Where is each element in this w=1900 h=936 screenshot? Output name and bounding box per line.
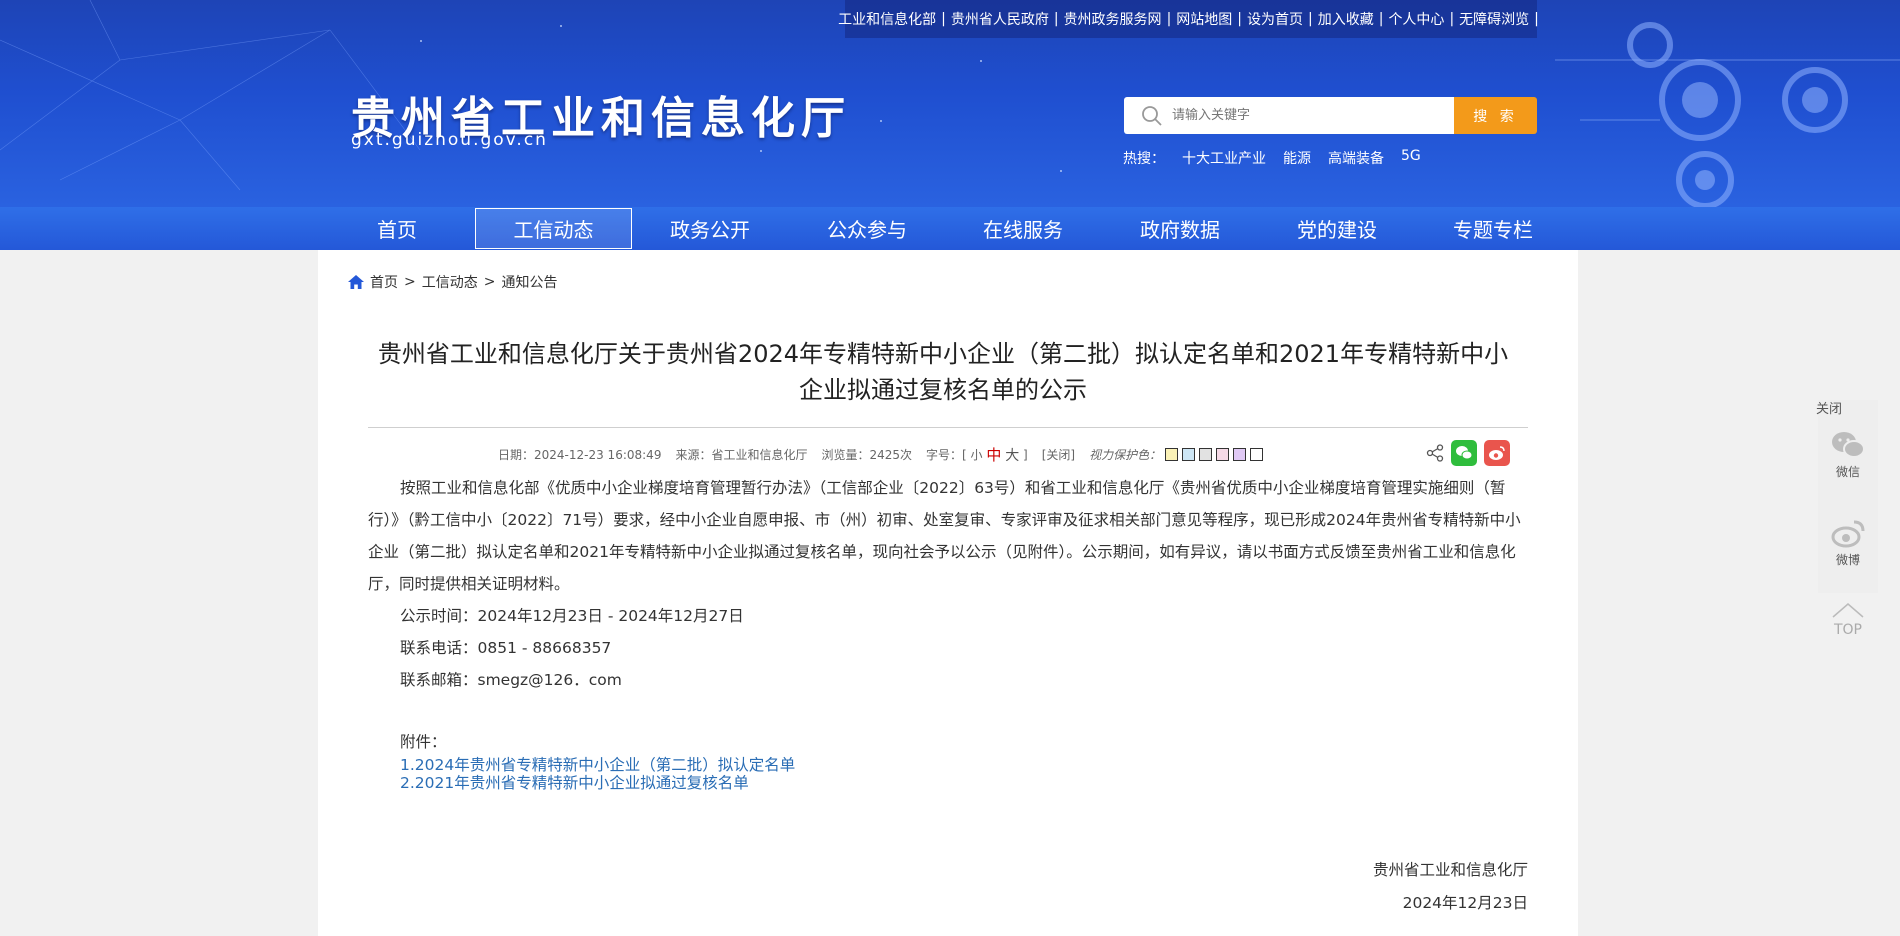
breadcrumb-home[interactable]: 首页 xyxy=(370,272,398,292)
top-links-bar: 工业和信息化部 | 贵州省人民政府 | 贵州政务服务网 | 网站地图 | 设为首页 | 加… xyxy=(838,0,1539,38)
nav-item-home[interactable]: 首页 xyxy=(318,207,476,250)
attachment-link[interactable]: 1.2024年贵州省专精特新中小企业（第二批）拟认定名单 xyxy=(400,756,795,774)
float-close-button[interactable]: 关闭 xyxy=(1816,398,1842,417)
site-domain: gxt.guizhou.gov.cn xyxy=(351,130,548,150)
article-meta: 日期：2024-12-23 16:08:49 来源：省工业和信息化厅 浏览量：2… xyxy=(498,444,1264,465)
search-input[interactable] xyxy=(1170,107,1454,124)
title-divider xyxy=(368,427,1528,428)
font-size-small[interactable]: 小 xyxy=(971,446,983,463)
separator: | xyxy=(941,11,946,27)
separator: | xyxy=(1237,11,1242,27)
chevron-up-icon xyxy=(1832,603,1864,618)
hot-search-word[interactable]: 高端装备 xyxy=(1328,148,1384,168)
top-link[interactable]: 工业和信息化部 xyxy=(838,9,936,29)
article-phone: 联系电话：0851 - 88668357 xyxy=(400,639,612,657)
float-weibo[interactable]: 微博 xyxy=(1818,518,1878,568)
search-icon xyxy=(1142,105,1162,126)
nav-item-party[interactable]: 党的建设 xyxy=(1258,207,1416,250)
nav-item-news[interactable]: 工信动态 xyxy=(475,208,632,249)
breadcrumb-level2[interactable]: 通知公告 xyxy=(501,272,557,292)
separator: | xyxy=(1534,11,1539,27)
nav-item-topics[interactable]: 专题专栏 xyxy=(1414,207,1572,250)
hot-search-word[interactable]: 能源 xyxy=(1283,148,1311,168)
separator: | xyxy=(1308,11,1313,27)
font-size-mid[interactable]: 中 xyxy=(986,444,1001,465)
eye-color-swatch[interactable] xyxy=(1250,448,1264,461)
back-to-top-label: TOP xyxy=(1833,622,1862,638)
float-wechat[interactable]: 微信 xyxy=(1818,430,1878,480)
float-weibo-label: 微博 xyxy=(1835,553,1860,567)
article-title: 贵州省工业和信息化厅关于贵州省2024年专精特新中小企业（第二批）拟认定名单和2… xyxy=(377,340,1509,404)
search-box xyxy=(1124,97,1454,134)
article-email: 联系邮箱：smegz@126．com xyxy=(400,671,622,689)
meta-date: 日期：2024-12-23 16:08:49 xyxy=(498,448,662,462)
weibo-icon xyxy=(1831,520,1865,548)
wechat-share-icon[interactable] xyxy=(1451,440,1477,466)
star xyxy=(560,25,562,27)
breadcrumb-level1[interactable]: 工信动态 xyxy=(422,272,478,292)
article-paragraph: 按照工业和信息化部《优质中小企业梯度培育管理暂行办法》（工信部企业〔2022〕6… xyxy=(368,479,1521,593)
top-link[interactable]: 网站地图 xyxy=(1176,9,1232,29)
meta-source: 来源：省工业和信息化厅 xyxy=(675,448,808,462)
nav-item-gov-affairs[interactable]: 政务公开 xyxy=(631,207,789,250)
star xyxy=(420,40,422,42)
star xyxy=(760,150,762,152)
separator: | xyxy=(1449,11,1455,27)
separator: | xyxy=(1378,11,1384,27)
hot-search-word[interactable]: 5G xyxy=(1401,148,1421,168)
nav-item-online-service[interactable]: 在线服务 xyxy=(944,207,1102,250)
sign-date: 2024年12月23日 xyxy=(1402,894,1528,912)
font-size-end: ] xyxy=(1023,447,1028,462)
share-icon[interactable] xyxy=(1426,444,1444,462)
floating-share-panel: 关闭 微信 微博 xyxy=(1816,398,1878,593)
close-link[interactable]: [关闭] xyxy=(1042,446,1075,463)
star xyxy=(1060,170,1062,172)
signature: 贵州省工业和信息化厅 xyxy=(1372,861,1528,879)
header-banner: 工业和信息化部 | 贵州省人民政府 | 贵州政务服务网 | 网站地图 | 设为首页 | 加… xyxy=(0,0,1900,207)
star xyxy=(980,60,982,62)
wechat-icon xyxy=(1832,432,1865,458)
article-container: 首页 > 工信动态 > 通知公告 贵州省工业和信息化厅关于贵州省2024年专精特… xyxy=(318,250,1578,936)
eye-protect-label: 视力保护色： xyxy=(1089,448,1162,462)
breadcrumb-separator: > xyxy=(483,274,496,290)
eye-color-swatch[interactable] xyxy=(1216,448,1230,461)
top-link[interactable]: 设为首页 xyxy=(1247,9,1303,29)
breadcrumb: 首页 > 工信动态 > 通知公告 xyxy=(348,272,557,292)
nav-item-gov-data[interactable]: 政府数据 xyxy=(1101,207,1259,250)
star xyxy=(880,120,882,122)
hot-search-label: 热搜： xyxy=(1123,151,1165,167)
top-link[interactable]: 贵州省人民政府 xyxy=(951,9,1049,29)
attachments-label: 附件： xyxy=(400,733,447,751)
breadcrumb-separator: > xyxy=(404,274,416,290)
float-wechat-label: 微信 xyxy=(1835,465,1860,479)
main-nav: 首页 工信动态 政务公开 公众参与 在线服务 政府数据 党的建设 专题专栏 xyxy=(0,207,1900,250)
top-link[interactable]: 贵州政务服务网 xyxy=(1064,9,1162,29)
eye-color-swatch[interactable] xyxy=(1165,448,1179,461)
meta-views: 浏览量：2425次 xyxy=(821,448,913,462)
share-bar xyxy=(1426,440,1510,466)
attachment-link[interactable]: 2.2021年贵州省专精特新中小企业拟通过复核名单 xyxy=(400,774,749,792)
article-period: 公示时间：2024年12月23日 - 2024年12月27日 xyxy=(400,607,744,625)
eye-color-swatch[interactable] xyxy=(1182,448,1196,461)
top-link[interactable]: 加入收藏 xyxy=(1318,9,1374,29)
home-icon xyxy=(348,275,364,289)
article-body: 按照工业和信息化部《优质中小企业梯度培育管理暂行办法》（工信部企业〔2022〕6… xyxy=(368,472,1528,696)
weibo-share-icon[interactable] xyxy=(1484,440,1510,466)
eye-color-swatch[interactable] xyxy=(1233,448,1247,461)
top-link[interactable]: 无障碍浏览 xyxy=(1459,9,1529,29)
separator: | xyxy=(1053,11,1059,27)
search-button[interactable]: 搜 索 xyxy=(1454,97,1537,134)
separator: | xyxy=(1166,11,1172,27)
eye-color-swatch[interactable] xyxy=(1199,448,1213,461)
font-size-big[interactable]: 大 xyxy=(1005,445,1019,465)
font-size-label: 字号：[ xyxy=(926,448,967,462)
top-link[interactable]: 个人中心 xyxy=(1388,9,1444,29)
nav-item-participation[interactable]: 公众参与 xyxy=(788,207,946,250)
hot-search-word[interactable]: 十大工业产业 xyxy=(1182,148,1266,168)
back-to-top-button[interactable]: TOP xyxy=(1828,602,1868,638)
hot-search: 热搜： 十大工业产业 能源 高端装备 5G xyxy=(1123,148,1421,168)
